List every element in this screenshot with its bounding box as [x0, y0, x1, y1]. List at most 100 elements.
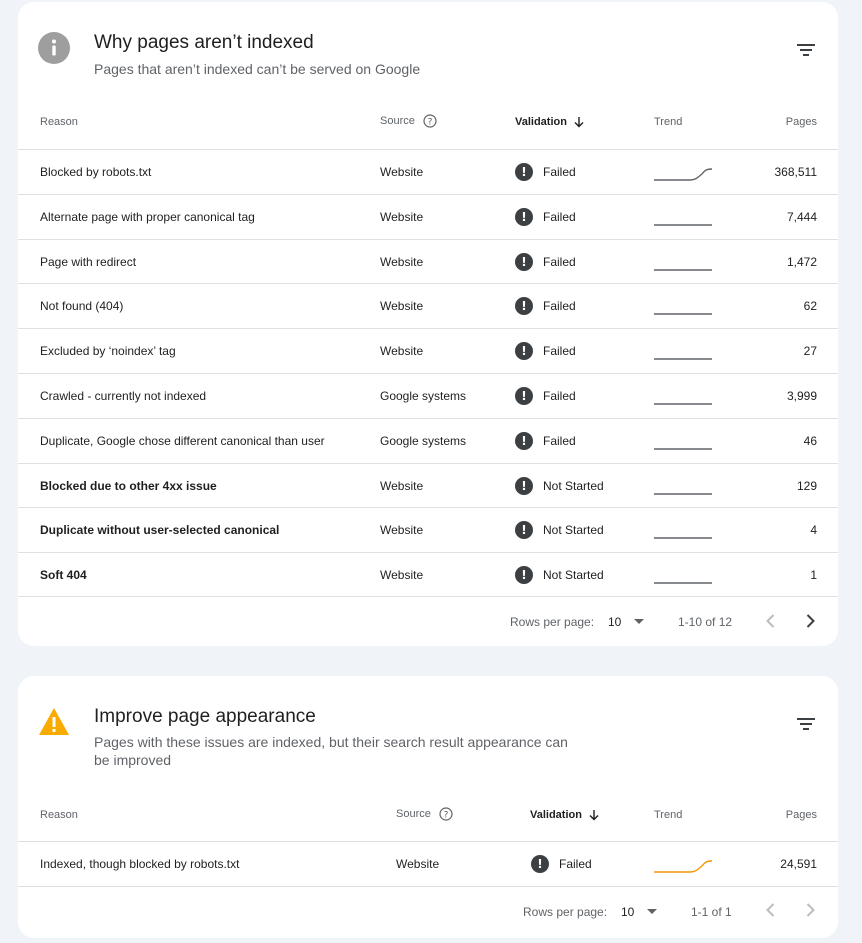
row-pages: 46	[803, 433, 817, 448]
column-header-reason: Reason	[40, 116, 78, 128]
table-bottom-border	[18, 596, 838, 597]
row-pages: 27	[803, 344, 817, 359]
exclamation-icon: !	[515, 387, 533, 405]
row-pages: 7,444	[786, 209, 817, 224]
column-header-source: Source?	[396, 807, 453, 821]
table-row[interactable]: Page with redirect Website! Failed 1,472	[18, 238, 838, 284]
row-validation-status: ! Not Started	[515, 566, 604, 585]
row-pages: 129	[796, 478, 817, 493]
column-header-trend: Trend	[654, 116, 683, 128]
help-icon[interactable]: ?	[423, 114, 437, 128]
dropdown-icon	[647, 909, 657, 914]
trend-sparkline	[654, 860, 713, 873]
rows-per-page-select[interactable]: 10	[621, 905, 657, 919]
table-row[interactable]: Blocked due to other 4xx issue Website! No…	[18, 462, 838, 508]
arrow-down-icon	[589, 810, 599, 821]
dropdown-icon	[634, 619, 644, 624]
row-source: Website	[380, 478, 424, 493]
chevron-left-icon[interactable]	[759, 609, 783, 633]
table-row[interactable]: Indexed, though blocked by robots.txt Web…	[18, 841, 838, 886]
trend-sparkline	[654, 403, 712, 405]
row-reason: Not found (404)	[40, 299, 124, 314]
row-validation-status: ! Not Started	[515, 521, 604, 540]
trend-sparkline	[654, 224, 712, 226]
column-header-validation[interactable]: Validation	[515, 116, 585, 128]
exclamation-icon: !	[515, 207, 533, 226]
exclamation-icon: !	[515, 431, 533, 450]
row-pages: 4	[810, 523, 817, 538]
svg-text:?: ?	[443, 810, 448, 820]
row-validation-label: Not Started	[543, 523, 604, 538]
table-row[interactable]: Duplicate without user-selected canonica…	[18, 507, 838, 552]
warning-icon	[39, 708, 69, 735]
row-reason: Blocked by robots.txt	[40, 165, 152, 179]
column-header-source: Source?	[380, 114, 437, 128]
row-source: Google systems	[380, 389, 467, 403]
row-pages: 368,511	[774, 165, 818, 179]
table-row[interactable]: Duplicate, Google chose different canoni…	[18, 417, 838, 463]
row-reason: Duplicate, Google chose different canoni…	[40, 433, 325, 448]
column-header-validation[interactable]: Validation	[530, 809, 600, 821]
row-validation-label: Failed	[543, 299, 576, 314]
column-header-pages: Pages	[785, 116, 817, 128]
row-pages: 62	[803, 299, 817, 314]
column-header-reason: Reason	[40, 809, 78, 821]
row-validation-label: Failed	[543, 344, 576, 359]
table-row[interactable]: Excluded by ‘noindex’ tag Website ! Failed 2…	[18, 328, 838, 373]
trend-sparkline	[654, 313, 712, 316]
table-row[interactable]: Not found (404) Website! Failed 62	[18, 283, 838, 328]
table-row[interactable]: Crawled - currently not indexed Google sy…	[18, 373, 838, 418]
card-title: Why pages aren’t indexed	[94, 32, 314, 53]
rows-per-page-label: Rows per page:	[523, 905, 608, 919]
row-validation-status: ! Failed	[515, 297, 576, 316]
row-validation-label: Not Started	[543, 478, 604, 493]
chevron-right-icon[interactable]	[798, 609, 822, 633]
table-row[interactable]: Soft 404 Website ! Not Started 1	[18, 552, 838, 597]
row-source: Website	[380, 344, 424, 359]
row-validation-status: ! Failed	[515, 387, 576, 405]
exclamation-icon: !	[515, 521, 533, 540]
row-validation-status: ! Not Started	[515, 476, 604, 495]
row-reason: Soft 404	[40, 568, 87, 583]
chevron-right-icon[interactable]	[798, 898, 822, 922]
row-validation-label: Failed	[543, 209, 576, 224]
row-reason: Alternate page with proper canonical tag	[40, 209, 255, 224]
trend-sparkline	[654, 492, 712, 495]
exclamation-icon: !	[531, 855, 549, 873]
help-icon[interactable]: ?	[439, 807, 453, 821]
exclamation-icon: !	[515, 476, 533, 495]
card-subtitle: Pages with these issues are indexed, but…	[94, 734, 568, 768]
row-reason: Duplicate without user-selected canonica…	[40, 523, 280, 538]
exclamation-icon: !	[515, 566, 533, 585]
row-reason: Blocked due to other 4xx issue	[40, 478, 217, 493]
filter-icon[interactable]	[794, 38, 818, 62]
row-pages: 24,591	[780, 857, 817, 871]
table-row[interactable]: Alternate page with proper canonical tag…	[18, 193, 838, 239]
row-source: Website	[380, 165, 424, 179]
row-validation-label: Failed	[543, 433, 576, 448]
row-validation-label: Failed	[559, 857, 592, 871]
row-source: Website	[380, 209, 424, 224]
row-validation-status: ! Failed	[515, 342, 576, 361]
row-source: Website	[380, 523, 424, 538]
row-reason: Indexed, though blocked by robots.txt	[40, 857, 240, 871]
row-validation-label: Failed	[543, 254, 576, 269]
row-validation-status: ! Failed	[515, 252, 576, 271]
arrow-down-icon	[574, 117, 584, 128]
column-header-source-label: Source	[380, 114, 415, 127]
row-source: Website	[380, 568, 424, 583]
table-row[interactable]: Blocked by robots.txt Website! Failed 368,5…	[18, 149, 838, 194]
info-icon	[38, 32, 70, 64]
row-reason: Crawled - currently not indexed	[40, 389, 207, 403]
row-reason: Excluded by ‘noindex’ tag	[40, 344, 176, 359]
page-appearance-card: Improve page appearance Pages with these…	[18, 676, 838, 938]
column-header-pages: Pages	[785, 809, 817, 821]
rows-per-page-select[interactable]: 10	[608, 615, 644, 629]
row-validation-status: ! Failed	[531, 855, 592, 873]
pagination-range: 1-1 of 1	[691, 905, 732, 919]
filter-icon[interactable]	[794, 712, 818, 736]
exclamation-icon: !	[515, 252, 533, 271]
chevron-left-icon[interactable]	[759, 898, 783, 922]
row-pages: 1	[810, 568, 817, 583]
exclamation-icon: !	[515, 297, 533, 316]
